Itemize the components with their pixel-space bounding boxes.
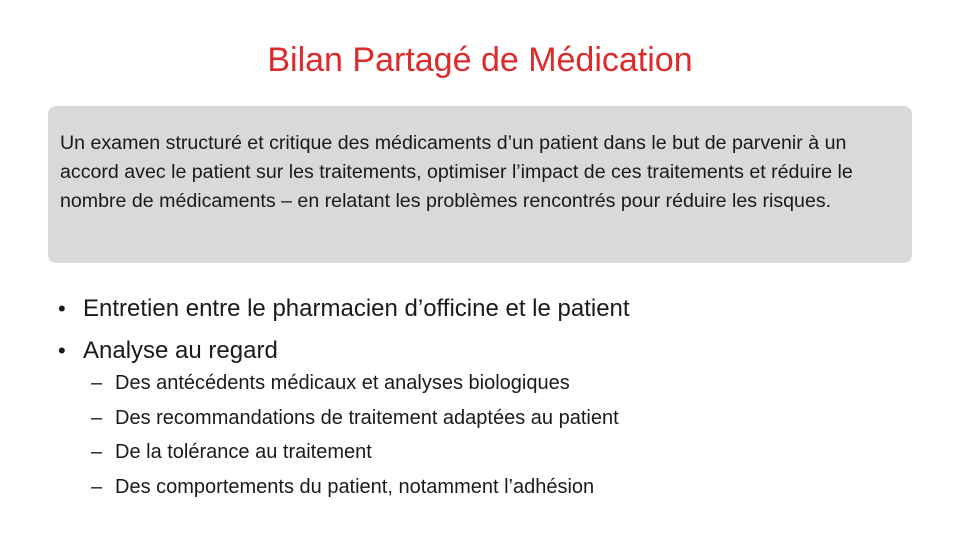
bullet-list: • Entretien entre le pharmacien d’offici… (58, 290, 938, 374)
sub-bullet-marker: – (91, 475, 103, 498)
definition-text: Un examen structuré et critique des médi… (60, 132, 853, 212)
definition-box: Un examen structuré et critique des médi… (48, 106, 912, 263)
sub-bullet-item: – Des antécédents médicaux et analyses b… (91, 370, 931, 396)
sub-bullet-text: Des antécédents médicaux et analyses bio… (115, 372, 570, 394)
sub-bullet-item: – De la tolérance au traitement (91, 439, 931, 465)
sub-bullet-text: Des comportements du patient, notamment … (115, 475, 595, 498)
slide-title: Bilan Partagé de Médication (267, 41, 693, 79)
bullet-text: Analyse au regard (83, 337, 278, 364)
sub-bullet-marker: – (91, 372, 103, 394)
sub-bullet-item: – Des recommandations de traitement adap… (91, 405, 931, 431)
sub-bullet-item: – Des comportements du patient, notammen… (91, 474, 931, 500)
slide: Bilan Partagé de Médication Un examen st… (0, 0, 960, 540)
sub-bullet-list: – Des antécédents médicaux et analyses b… (91, 370, 931, 508)
sub-bullet-text: Des recommandations de traitement adapté… (115, 406, 619, 429)
bullet-text: Entretien entre le pharmacien d’officine… (83, 295, 630, 322)
bullet-item: • Analyse au regard (58, 332, 938, 370)
bullet-marker: • (58, 296, 66, 321)
sub-bullet-marker: – (91, 441, 103, 464)
sub-bullet-text: De la tolérance au traitement (115, 441, 372, 464)
sub-bullet-marker: – (91, 406, 103, 429)
bullet-marker: • (58, 338, 66, 363)
bullet-item: • Entretien entre le pharmacien d’offici… (58, 290, 938, 328)
